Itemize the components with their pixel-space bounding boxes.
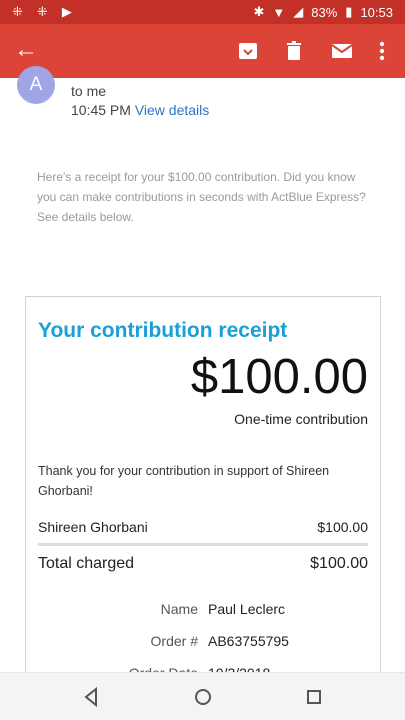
line-item: Shireen Ghorbani $100.00 xyxy=(38,519,368,535)
thank-you-text: Thank you for your contribution in suppo… xyxy=(38,464,330,498)
email-time: 10:45 PM xyxy=(71,102,131,118)
nav-recents-icon[interactable] xyxy=(302,685,326,709)
clock: 10:53 xyxy=(360,4,393,20)
name-value: Paul Leclerc xyxy=(208,601,286,617)
status-bar: ⁜ ⁜ ▶ ✱ ▼ ◢ 83% ▮ 10:53 xyxy=(0,0,405,24)
battery-percent: 83% xyxy=(311,4,338,20)
total-amount: $100.00 xyxy=(310,555,368,572)
recipient-label: to me xyxy=(71,83,107,99)
contribution-type: One-time contribution xyxy=(234,411,368,427)
wifi-icon: ▼ xyxy=(272,4,286,20)
nav-home-icon[interactable] xyxy=(191,685,215,709)
overflow-menu-icon[interactable] xyxy=(372,39,392,63)
avatar: A xyxy=(17,66,55,104)
order-number-link[interactable]: AB63755795 xyxy=(208,633,289,649)
total-label: Total charged xyxy=(38,555,135,572)
sender-header: A to me 10:45 PM View details xyxy=(0,66,405,138)
app-notification-icon: ⁜ xyxy=(12,4,23,19)
line-item-amount: $100.00 xyxy=(317,519,368,535)
archive-icon[interactable] xyxy=(236,39,260,63)
mark-unread-icon[interactable] xyxy=(330,39,354,63)
battery-icon: ▮ xyxy=(345,4,353,19)
receipt-card: Your contribution receipt $100.00 One-ti… xyxy=(25,296,381,696)
system-icons: ✱ ▼ ◢ 83% ▮ 10:53 xyxy=(253,4,393,20)
nav-back-icon[interactable] xyxy=(79,685,103,709)
receipt-amount: $100.00 xyxy=(190,350,368,404)
email-meta: 10:45 PM View details xyxy=(71,102,209,118)
intro-text: Here's a receipt for your $100.00 contri… xyxy=(37,170,366,224)
app-bar: ← xyxy=(0,24,405,78)
notification-icons: ⁜ ⁜ ▶ xyxy=(12,4,72,20)
back-arrow-icon[interactable]: ← xyxy=(14,36,42,64)
receipt-title: Your contribution receipt xyxy=(38,319,288,342)
signal-icon: ◢ xyxy=(293,4,304,19)
delete-icon[interactable] xyxy=(282,39,306,63)
system-nav-bar xyxy=(0,672,405,720)
view-details-link[interactable]: View details xyxy=(135,102,209,118)
line-item-name: Shireen Ghorbani xyxy=(38,519,148,535)
app-notification-icon: ⁜ xyxy=(36,4,48,19)
app-notification-icon: ▶ xyxy=(61,4,72,19)
total-row: Total charged $100.00 xyxy=(38,555,368,573)
divider xyxy=(38,543,368,546)
name-label: Name xyxy=(160,601,198,617)
bluetooth-icon: ✱ xyxy=(253,4,265,19)
order-label: Order # xyxy=(150,633,198,649)
